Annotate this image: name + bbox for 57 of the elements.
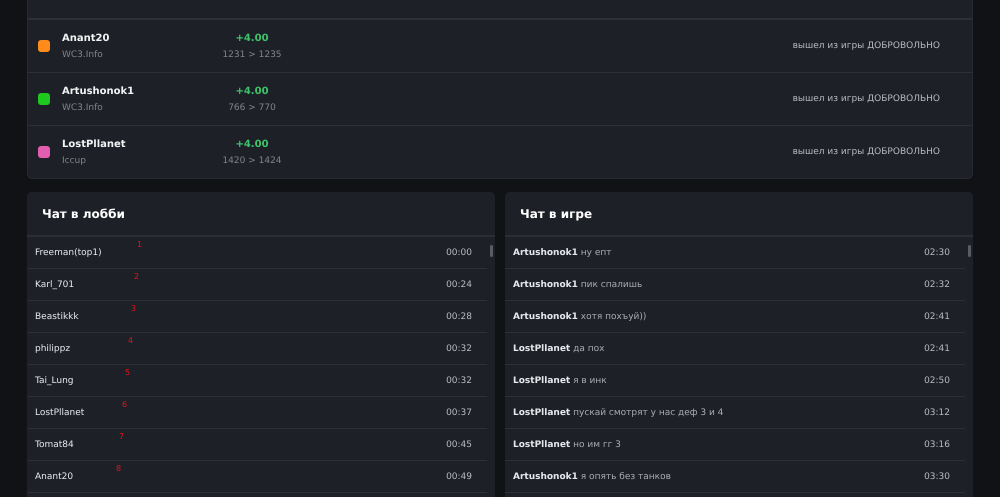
- message-time: 03:16: [924, 440, 950, 450]
- chat-message: LostPllanet но им гг 3: [513, 440, 621, 450]
- annotation-number: 5: [125, 368, 130, 377]
- message-time: 00:49: [446, 472, 472, 482]
- message-time: 02:30: [924, 248, 950, 258]
- player-source: Iccup: [62, 156, 87, 166]
- message-time: 00:37: [446, 408, 472, 418]
- annotation-number: 1: [137, 240, 142, 249]
- player-source: WC3.Info: [62, 50, 104, 60]
- chat-message: Artushonok1 я опять без танков: [513, 472, 671, 482]
- chat-author: Tai_Lung: [35, 376, 74, 386]
- chat-message: Artushonok1 пик спалишь: [513, 280, 642, 290]
- message-time: 02:32: [924, 280, 950, 290]
- message-time: 02:50: [924, 376, 950, 386]
- chat-message: LostPllanet пускай смотрят у нас деф 3 и 4: [513, 408, 724, 418]
- message-time: 03:30: [924, 472, 950, 482]
- message-time: 02:41: [924, 344, 950, 354]
- annotation-number: 6: [122, 400, 128, 409]
- player-status: вышел из игры ДОБРОВОЛЬНО: [792, 41, 940, 51]
- message-time: 00:24: [446, 280, 472, 290]
- message-time: 03:12: [924, 408, 950, 418]
- message-time: 00:32: [446, 344, 472, 354]
- annotation-number: 7: [119, 432, 124, 441]
- rating-change: +4.00: [235, 138, 269, 150]
- message-time: 00:28: [446, 312, 472, 322]
- chat-author: Anant20: [35, 472, 74, 482]
- rating-change: +4.00: [235, 32, 269, 44]
- chat-author: Freeman(top1): [35, 248, 102, 258]
- player-status: вышел из игры ДОБРОВОЛЬНО: [792, 94, 940, 104]
- player-source: WC3.Info: [62, 102, 104, 112]
- chat-message: Artushonok1 ну епт: [513, 248, 612, 258]
- rating-values: 1231 > 1235: [222, 50, 282, 60]
- rating-values: 766 > 770: [228, 102, 276, 112]
- rating-values: 1420 > 1424: [222, 156, 282, 166]
- player-status: вышел из игры ДОБРОВОЛЬНО: [792, 147, 940, 157]
- annotation-number: 8: [116, 464, 122, 473]
- message-time: 00:00: [446, 248, 472, 258]
- chat-title: Чат в лобби: [27, 192, 495, 237]
- player-name: LostPllanet: [62, 138, 127, 150]
- annotation-number: 2: [134, 272, 140, 281]
- chat-author: philippz: [35, 344, 70, 354]
- message-time: 00:45: [446, 440, 472, 450]
- annotation-number: 3: [131, 304, 136, 313]
- chat-message: Artushonok1 хотя похъуй)): [513, 312, 646, 322]
- chat-author: Karl_701: [35, 280, 74, 290]
- annotation-number: 4: [128, 336, 134, 345]
- player-name: Artushonok1: [62, 86, 136, 96]
- rating-change: +4.00: [235, 86, 269, 96]
- chat-message: LostPllanet я в инк: [513, 376, 607, 386]
- chat-title: Чат в игре: [505, 192, 973, 237]
- message-time: 02:41: [924, 312, 950, 322]
- chat-author: LostPllanet: [35, 408, 84, 418]
- player-name: Anant20: [62, 32, 110, 44]
- chat-author: Tomat84: [35, 440, 74, 450]
- message-time: 00:32: [446, 376, 472, 386]
- chat-author: Beastikkk: [35, 312, 79, 322]
- chat-message: LostPllanet да пох: [513, 344, 604, 354]
